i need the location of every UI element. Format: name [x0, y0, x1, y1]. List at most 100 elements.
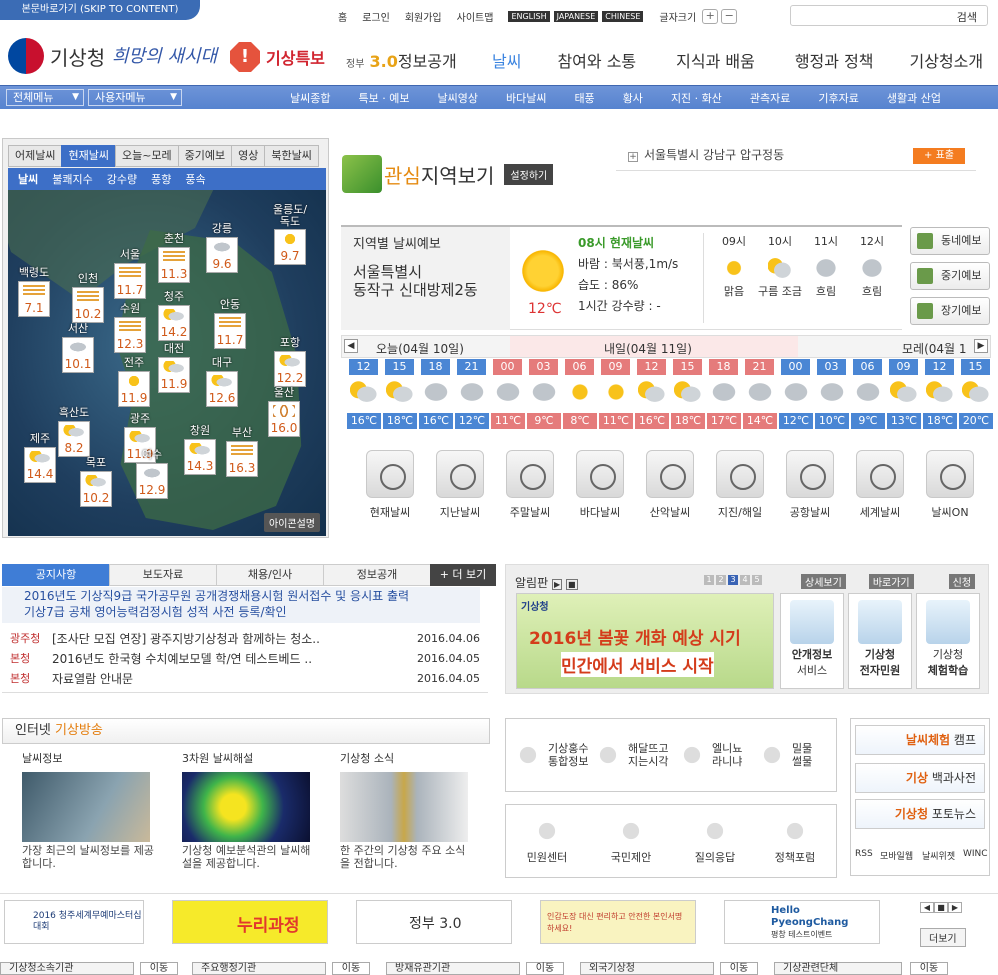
city-marker[interactable]: 목포 10.2 — [80, 454, 112, 507]
city-marker[interactable]: 대구 12.6 — [206, 354, 238, 407]
tide-link[interactable]: 밀물 썰물 — [758, 741, 812, 769]
subtab-weather[interactable]: 날씨 — [18, 171, 38, 187]
lang-chinese[interactable]: CHINESE — [602, 10, 644, 22]
city-marker[interactable]: 청주 14.2 — [158, 288, 190, 341]
village-forecast-button[interactable]: 동네예보 — [910, 227, 990, 255]
select-admin-agencies[interactable]: 주요행정기관 — [192, 962, 326, 975]
tab-north-korea[interactable]: 북한날씨 — [264, 145, 319, 167]
detail-tag[interactable]: 상세보기 — [801, 574, 846, 589]
sunrise-link[interactable]: 해달뜨고 지는시각 — [594, 741, 668, 769]
longterm-forecast-button[interactable]: 장기예보 — [910, 297, 990, 325]
kma-logo[interactable]: 기상청 — [8, 38, 105, 74]
banner-next-icon[interactable]: ▶ — [948, 902, 962, 913]
tab-video[interactable]: 영상 — [231, 145, 266, 167]
sitemap-link[interactable]: 사이트맵 — [457, 9, 494, 24]
font-decrease-button[interactable]: − — [721, 8, 738, 24]
broadcast-3d[interactable]: 3차원 날씨해설 기상청 예보분석관의 날씨해설을 제공합니다. — [162, 750, 317, 870]
subtab-wind-speed[interactable]: 풍속 — [185, 171, 205, 187]
go-button[interactable]: 이동 — [910, 962, 948, 975]
search-button[interactable]: 검색 — [957, 9, 977, 25]
city-marker[interactable]: 서울 11.7 — [114, 246, 146, 299]
notice-title[interactable]: [조사단 모집 연장] 광주지방기상청과 함께하는 청소.. — [52, 630, 400, 647]
select-disaster-agencies[interactable]: 방재유관기관 — [386, 962, 520, 975]
elnino-link[interactable]: 엘니뇨 라니냐 — [678, 741, 742, 769]
broadcast-weather-info[interactable]: 날씨정보 가장 최근의 날씨정보를 제공합니다. — [2, 750, 157, 870]
city-marker[interactable]: 강릉 9.6 — [206, 220, 238, 273]
banner-stop-icon[interactable]: ■ — [934, 902, 948, 913]
city-marker[interactable]: 제주 14.4 — [24, 430, 56, 483]
city-marker[interactable]: 울릉도/독도 9.7 — [270, 204, 310, 265]
tab-press[interactable]: 보도자료 — [109, 564, 217, 586]
subnav-item[interactable]: 날씨종합 — [290, 90, 330, 106]
notice-highlight[interactable]: 2016년도 기상직9급 국가공무원 공개경쟁채용시험 원서접수 및 응시표 출… — [2, 587, 480, 623]
gnb-knowledge[interactable]: 지식과 배움 — [676, 48, 755, 72]
martial-arts-banner[interactable]: 2016 청주세계무예마스터십대회 — [4, 900, 144, 944]
tab-notice[interactable]: 공지사항 — [2, 564, 110, 586]
select-affiliates[interactable]: 기상청소속기관 — [0, 962, 134, 975]
service-earthquake[interactable]: 지진/해일 — [705, 450, 775, 520]
photo-news-link[interactable]: 기상청 포토뉴스 — [855, 799, 985, 829]
join-link[interactable]: 회원가입 — [405, 9, 442, 24]
home-link[interactable]: 홈 — [338, 9, 347, 24]
gov3-banner[interactable]: 정부 3.0 — [356, 900, 512, 944]
service-marine-weather[interactable]: 바다날씨 — [565, 450, 635, 520]
civil-center-link[interactable]: 민원센터 — [522, 817, 572, 864]
interest-settings-button[interactable]: 설정하기 — [504, 163, 554, 185]
signature-banner[interactable]: 인감도장 대신 편리하고 안전한 본인서명 하세요! — [540, 900, 696, 944]
banner-prev-icon[interactable]: ◀ — [920, 902, 934, 913]
city-marker[interactable]: 여수 12.9 — [136, 446, 168, 499]
city-marker[interactable]: 부산 16.3 — [226, 424, 258, 477]
subnav-item[interactable]: 황사 — [623, 90, 643, 106]
goto-tag[interactable]: 바로가기 — [868, 574, 914, 589]
winc-link[interactable]: WINC — [963, 849, 988, 859]
subtab-rain[interactable]: 강수량 — [107, 171, 137, 187]
video-thumbnail[interactable] — [340, 772, 468, 842]
flood-info-link[interactable]: 기상홍수 통합정보 — [514, 741, 588, 769]
next-arrow-icon[interactable]: ▶ — [974, 339, 988, 353]
service-airport-weather[interactable]: 공항날씨 — [775, 450, 845, 520]
skip-to-content-link[interactable]: 본문바로가기 (SKIP TO CONTENT) — [0, 0, 200, 20]
service-world-weather[interactable]: 세계날씨 — [845, 450, 915, 520]
city-marker[interactable]: 창원 14.3 — [184, 422, 216, 475]
notice-title[interactable]: 2016년도 한국형 수치예보모델 학/연 테스트베드 .. — [52, 650, 400, 667]
service-mountain-weather[interactable]: 산악날씨 — [635, 450, 705, 520]
gov3-info-link[interactable]: 정부 3.0정보공개 — [346, 48, 457, 72]
spring-flower-banner[interactable]: 기상청 2016년 봄꽃 개화 예상 시기 민간에서 서비스 시작 — [516, 593, 774, 689]
subnav-item[interactable]: 날씨영상 — [437, 90, 477, 106]
video-thumbnail[interactable] — [182, 772, 310, 842]
weather-warning-link[interactable]: ! 기상특보 — [230, 42, 325, 72]
go-button[interactable]: 이동 — [720, 962, 758, 975]
lang-english[interactable]: ENGLISH — [508, 10, 550, 22]
tab-disclosure[interactable]: 정보공개 — [323, 564, 431, 586]
select-related-orgs[interactable]: 기상관련단체 — [774, 962, 902, 975]
city-marker[interactable]: 울산 16.0 — [268, 384, 300, 437]
city-marker[interactable]: 흑산도 8.2 — [58, 404, 90, 457]
qna-link[interactable]: 질의응답 — [690, 817, 740, 864]
notice-row[interactable]: 광주청 [조사단 모집 연장] 광주지방기상청과 함께하는 청소.. 2016.04… — [2, 628, 480, 648]
rss-link[interactable]: RSS — [855, 849, 873, 859]
subtab-wind-dir[interactable]: 풍향 — [151, 171, 171, 187]
page-5[interactable]: 5 — [752, 575, 762, 585]
mobile-web-link[interactable]: 모바일웹 — [880, 849, 913, 862]
prev-arrow-icon[interactable]: ◀ — [344, 339, 358, 353]
gnb-weather[interactable]: 날씨 — [492, 48, 521, 72]
page-4[interactable]: 4 — [740, 575, 750, 585]
subnav-item[interactable]: 생활과 산업 — [887, 90, 941, 106]
interest-address[interactable]: + 서울특별시 강남구 압구정동 — [628, 146, 784, 163]
midterm-forecast-button[interactable]: 중기예보 — [910, 262, 990, 290]
subnav-item[interactable]: 특보 · 예보 — [358, 90, 409, 106]
lang-japanese[interactable]: JAPANESE — [553, 10, 599, 22]
service-weekend-weather[interactable]: 주말날씨 — [495, 450, 565, 520]
subnav-item[interactable]: 관측자료 — [750, 90, 790, 106]
city-marker[interactable]: 춘천 11.3 — [158, 230, 190, 283]
page-3[interactable]: 3 — [728, 575, 738, 585]
login-link[interactable]: 로그인 — [362, 9, 390, 24]
service-current-weather[interactable]: 현재날씨 — [355, 450, 425, 520]
gnb-participation[interactable]: 참여와 소통 — [557, 48, 636, 72]
select-foreign-kma[interactable]: 외국기상청 — [580, 962, 714, 975]
more-button[interactable]: + 더 보기 — [430, 564, 496, 586]
city-marker[interactable]: 인천 10.2 — [72, 270, 104, 323]
notice-title[interactable]: 자료열람 안내문 — [52, 670, 400, 687]
tab-midterm[interactable]: 중기예보 — [177, 145, 233, 167]
user-menu-dropdown[interactable]: 사용자메뉴 ▼ — [88, 89, 182, 106]
